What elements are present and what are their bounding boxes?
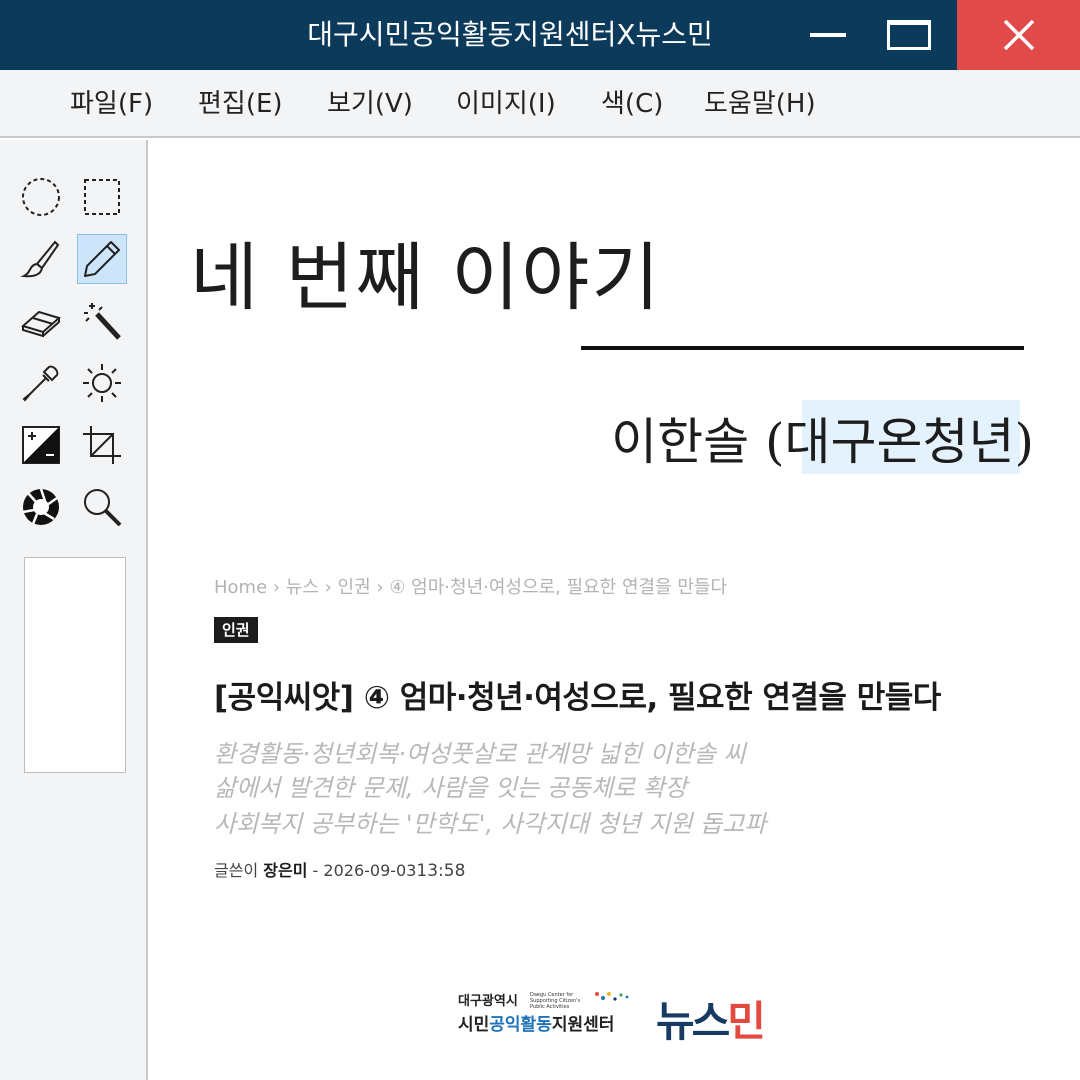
menu-bar: 파일(F) 편집(E) 보기(V) 이미지(I) 색(C) 도움말(H)	[0, 70, 1080, 138]
magic-wand-tool[interactable]	[77, 296, 127, 346]
newsmin-logo-part-b: 민	[727, 997, 766, 1046]
article-subtitle-2: 삶에서 발견한 문제, 사람을 잇는 공동체로 확장	[214, 774, 687, 802]
zoom-icon	[84, 489, 122, 527]
center-logo-line2: 시민공익활동지원센터	[458, 1010, 614, 1035]
newsmin-logo-part-a: 뉴스	[656, 997, 730, 1046]
byline-time: 13:58	[416, 861, 466, 881]
menu-edit[interactable]: 편집(E)	[198, 70, 283, 138]
eyedropper-tool[interactable]	[16, 358, 66, 408]
menu-colors[interactable]: 색(C)	[601, 70, 663, 138]
close-icon	[1003, 19, 1034, 51]
center-logo-part-c: 지원센터	[551, 1015, 615, 1035]
color-panel[interactable]	[24, 557, 126, 773]
window-title: 대구시민공익활동지원센터X뉴스민	[307, 18, 713, 51]
menu-help[interactable]: 도움말(H)	[704, 70, 816, 138]
dots-icon	[595, 992, 629, 1001]
byline-separator: -	[312, 861, 319, 880]
close-button[interactable]	[957, 0, 1080, 70]
magic-wand-icon	[84, 303, 121, 340]
crop-tool[interactable]	[77, 420, 127, 470]
divider-line	[581, 346, 1024, 350]
category-tag: 인권	[214, 617, 258, 643]
author-name: 이한솔 (대구온청년)	[611, 413, 1034, 471]
rect-select-tool[interactable]	[77, 172, 127, 222]
article-subtitle-1: 환경활동·청년회복·여성풋살로 관계망 넓힌 이한솔 씨	[214, 740, 746, 768]
contrast-icon	[22, 426, 60, 464]
eraser-tool[interactable]	[16, 296, 66, 346]
contrast-tool[interactable]	[16, 420, 66, 470]
ellipse-select-tool[interactable]	[16, 172, 66, 222]
byline-date: 2026-09-03	[323, 861, 417, 880]
eraser-icon	[20, 310, 62, 338]
center-logo-part-a: 시민	[458, 1015, 490, 1035]
maximize-button[interactable]	[878, 0, 940, 70]
article-title: [공익씨앗] ④ 엄마·청년·여성으로, 필요한 연결을 만들다	[214, 680, 941, 716]
title-bar: 대구시민공익활동지원센터X뉴스민	[0, 0, 1080, 70]
canvas[interactable]: 네 번째 이야기 이한솔 (대구온청년) Home › 뉴스 › 인권 › ④ …	[150, 140, 1080, 1080]
aperture-tool[interactable]	[16, 482, 66, 532]
ellipse-select-icon	[22, 178, 60, 216]
eyedropper-icon	[22, 365, 59, 402]
article-subtitle-3: 사회복지 공부하는 '만학도', 사각지대 청년 지원 돕고파	[214, 810, 767, 838]
byline: 글쓴이 장은미 - 2026-09-0313:58	[214, 857, 465, 881]
menu-view[interactable]: 보기(V)	[327, 70, 413, 138]
byline-prefix: 글쓴이	[214, 861, 259, 880]
brush-tool[interactable]	[16, 234, 66, 284]
minimize-icon	[810, 33, 846, 37]
brightness-tool[interactable]	[77, 358, 127, 408]
center-logo-english: Daegu Center for Supporting Citizen's Pu…	[530, 992, 581, 1010]
menu-file[interactable]: 파일(F)	[70, 70, 153, 138]
minimize-button[interactable]	[797, 0, 859, 70]
center-logo-line1: 대구광역시	[458, 994, 518, 1009]
crop-icon	[83, 426, 121, 464]
newsmin-logo: 뉴스민	[656, 988, 766, 1049]
brightness-icon	[83, 364, 121, 402]
maximize-icon	[887, 20, 931, 50]
pencil-tool[interactable]	[77, 234, 127, 284]
zoom-tool[interactable]	[77, 482, 127, 532]
byline-name: 장은미	[263, 861, 308, 880]
pencil-icon	[84, 241, 120, 277]
breadcrumb: Home › 뉴스 › 인권 › ④ 엄마·청년·여성으로, 필요한 연결을 만…	[214, 577, 728, 598]
center-logo: 대구광역시 Daegu Center for Supporting Citize…	[458, 990, 633, 1042]
toolbox	[0, 140, 148, 1080]
brush-icon	[20, 240, 60, 278]
menu-image[interactable]: 이미지(I)	[456, 70, 556, 138]
story-heading: 네 번째 이야기	[190, 235, 662, 321]
center-logo-part-b: 공익활동	[489, 1015, 552, 1035]
rect-select-icon	[84, 179, 120, 215]
aperture-icon	[22, 488, 59, 525]
